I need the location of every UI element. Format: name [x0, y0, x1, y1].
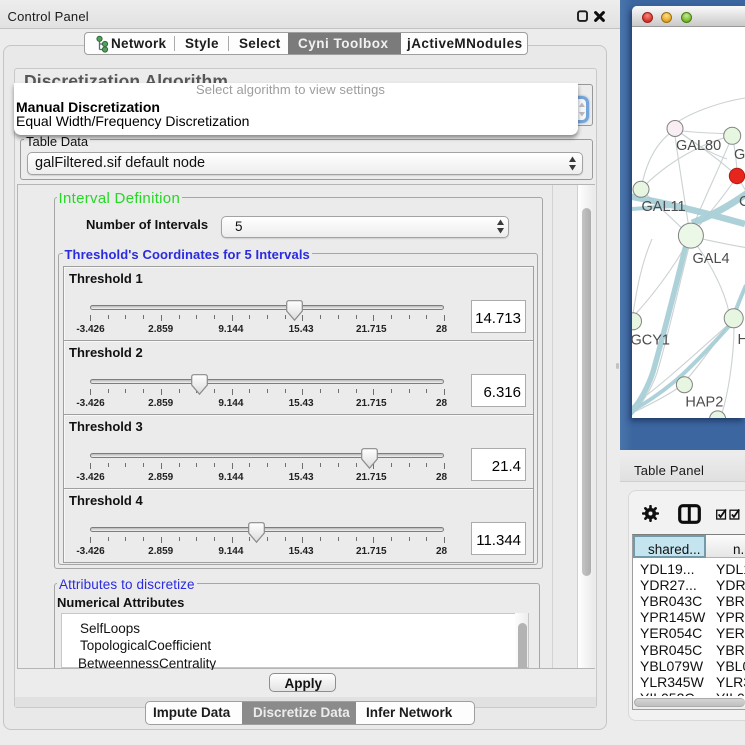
svg-text:C: C: [739, 194, 745, 210]
svg-text:GAL11: GAL11: [642, 199, 686, 215]
svg-text:HAP2: HAP2: [685, 395, 723, 411]
svg-text:G.: G.: [734, 147, 745, 163]
svg-text:H: H: [738, 332, 745, 348]
svg-text:GAL80: GAL80: [676, 138, 721, 154]
svg-text:GAL4: GAL4: [693, 251, 730, 267]
svg-text:GCY1: GCY1: [632, 333, 670, 349]
